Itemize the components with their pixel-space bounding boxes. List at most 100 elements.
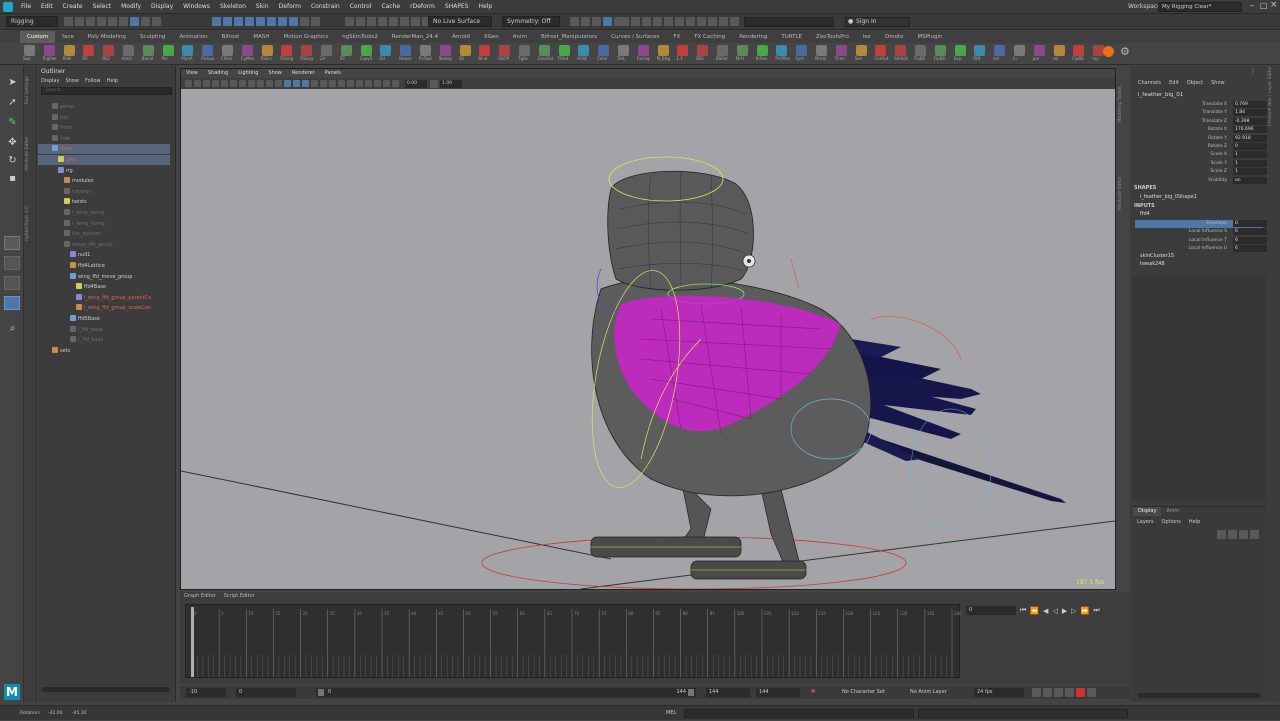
layer-scrollbar[interactable]: [1138, 693, 1260, 698]
pause-viewport-icon[interactable]: [686, 17, 695, 26]
shelf-tab-curves-surfaces[interactable]: Curves / Surfaces: [604, 31, 666, 43]
outliner-item[interactable]: geo: [38, 155, 170, 165]
xray-joints-icon[interactable]: [374, 80, 381, 87]
shelf-button-17-icon[interactable]: [360, 45, 372, 56]
render-view-icon[interactable]: [570, 17, 579, 26]
go-to-start-icon[interactable]: ⏮: [1018, 606, 1028, 615]
tab-display[interactable]: Display: [1133, 507, 1162, 516]
shelf-button-51-icon[interactable]: [1033, 45, 1045, 56]
channel-value-field[interactable]: 1.84: [1233, 109, 1267, 117]
outliner-item[interactable]: rotation: [38, 187, 170, 197]
script-language-label[interactable]: MEL: [666, 706, 676, 721]
field-chart-icon[interactable]: [257, 80, 264, 87]
viewport-gamma-field[interactable]: 1.00: [440, 79, 462, 88]
menu-windows[interactable]: Windows: [178, 0, 215, 14]
shelf-button-16-icon[interactable]: [340, 45, 352, 56]
channel-row[interactable]: Scale X 1: [1135, 151, 1267, 159]
viewport-menu-lighting[interactable]: Lighting: [233, 69, 263, 78]
isolate-icon[interactable]: [356, 80, 363, 87]
lock-selection-icon[interactable]: [300, 17, 309, 26]
outliner-item[interactable]: ffd4Lattice: [38, 261, 170, 271]
channel-value-field[interactable]: -0.398: [1233, 117, 1267, 125]
scene-end-field[interactable]: 144: [756, 688, 800, 697]
input-node-skincluster[interactable]: skinCluster15: [1140, 253, 1174, 259]
shelf-tab-bifrost-manipulators[interactable]: Bifrost_Manipulators: [534, 31, 604, 43]
shelf-button-28-icon[interactable]: [578, 45, 590, 56]
input-attribute-value-field[interactable]: 6: [1233, 228, 1267, 236]
shelf-button-35-icon[interactable]: [717, 45, 728, 56]
timeline-toggle-icon[interactable]: [708, 17, 717, 26]
outliner-item[interactable]: ffd5Base: [38, 314, 170, 324]
shelf-button-31-icon[interactable]: [637, 45, 649, 56]
film-gate-icon[interactable]: [230, 80, 237, 87]
channel-value-field[interactable]: 0.769: [1233, 101, 1267, 108]
viewport-exposure-field[interactable]: 0.00: [405, 79, 427, 88]
range-handle-end[interactable]: [688, 689, 694, 696]
snap-grid-icon[interactable]: [345, 17, 354, 26]
shelf-tab-animation[interactable]: Animation: [173, 31, 215, 43]
close-icon[interactable]: ×: [1270, 0, 1278, 10]
shelf-button-40-icon[interactable]: [816, 45, 827, 56]
shelf-button-36-icon[interactable]: [736, 45, 748, 56]
shelf-tab-omoto[interactable]: Omoto: [878, 31, 911, 43]
channel-value-field[interactable]: 176.696: [1233, 126, 1267, 134]
sound-icon[interactable]: [1043, 688, 1052, 697]
object-menu[interactable]: Object: [1183, 80, 1207, 86]
input-attribute-row[interactable]: Local Influence T 6: [1135, 236, 1267, 245]
mask-curves-icon[interactable]: [234, 17, 243, 26]
show-menu[interactable]: Show: [1207, 80, 1229, 86]
sign-in-button[interactable]: Sign In: [845, 17, 910, 27]
shelf-button-52-icon[interactable]: [1053, 45, 1065, 56]
mask-handles-icon[interactable]: [212, 17, 221, 26]
shelf-button-33-icon[interactable]: [677, 45, 689, 56]
outliner-toggle-icon[interactable]: [675, 17, 684, 26]
mask-rendering-icon[interactable]: [278, 17, 287, 26]
shelf-button-20-icon[interactable]: [420, 45, 431, 56]
viewport-canvas[interactable]: 187.5 fps: [181, 89, 1115, 589]
shelf-button-0-icon[interactable]: [24, 45, 35, 56]
tab-script-editor[interactable]: Script Editor: [220, 592, 259, 601]
vtab-ngskintools[interactable]: ngSkinTools 2.0: [25, 206, 30, 241]
rotate-tool-icon[interactable]: ↻: [6, 154, 19, 167]
bookmark-icon[interactable]: [203, 80, 210, 87]
menu-modify[interactable]: Modify: [116, 0, 146, 14]
shelf-tab-fx[interactable]: FX: [666, 31, 687, 43]
step-back-frame-icon[interactable]: ◀: [1041, 607, 1050, 615]
safe-action-icon[interactable]: [266, 80, 273, 87]
menu-select[interactable]: Select: [88, 0, 117, 14]
layer-down-icon[interactable]: [1228, 530, 1237, 539]
vtab-attribute-editor[interactable]: Attribute Editor: [25, 136, 30, 171]
move-manipulator-icon[interactable]: [742, 254, 756, 268]
exposure-icon[interactable]: [392, 80, 399, 87]
xray-icon[interactable]: [365, 80, 372, 87]
shelf-button-6-icon[interactable]: [142, 45, 154, 56]
go-to-end-icon[interactable]: ⏭: [1091, 606, 1101, 615]
shelf-tab-anim[interactable]: Anim: [506, 31, 534, 43]
lasso-tool-icon[interactable]: ➚: [6, 96, 19, 109]
channel-value-field[interactable]: 1: [1233, 159, 1267, 167]
shelf-button-14-icon[interactable]: [301, 45, 313, 56]
input-attribute-value-field[interactable]: 6: [1233, 245, 1267, 253]
tool-settings-toggle-icon[interactable]: [653, 17, 662, 26]
outliner-item[interactable]: wings_ffd_group: [38, 240, 170, 250]
layers-menu[interactable]: Layers: [1133, 519, 1158, 525]
object-mode-icon[interactable]: [141, 17, 150, 26]
outliner-scrollbar[interactable]: [42, 687, 170, 692]
shelf-tab-face[interactable]: face: [55, 31, 81, 43]
shelf-tab-custom[interactable]: Custom: [20, 31, 56, 43]
tab-graph-editor[interactable]: Graph Editor: [180, 592, 220, 601]
input-attribute-row[interactable]: Envelope 0: [1135, 220, 1267, 228]
scale-tool-icon[interactable]: ▪: [6, 172, 19, 185]
outliner-item[interactable]: sets: [38, 346, 170, 356]
snap-pivot-icon[interactable]: [400, 17, 409, 26]
step-back-key-icon[interactable]: ⏪: [1028, 607, 1041, 615]
new-layer-icon[interactable]: [1239, 530, 1248, 539]
xray-components-icon[interactable]: [383, 80, 390, 87]
outliner-item[interactable]: ffd4Base: [38, 282, 170, 292]
aa-icon[interactable]: [347, 80, 354, 87]
channel-row[interactable]: Translate Y 1.84: [1135, 109, 1267, 117]
channel-value-field[interactable]: on: [1233, 176, 1267, 184]
shelf-button-11-icon[interactable]: [241, 45, 253, 56]
shelf-button-12-icon[interactable]: [261, 45, 273, 56]
shelf-button-24-icon[interactable]: [499, 45, 511, 56]
